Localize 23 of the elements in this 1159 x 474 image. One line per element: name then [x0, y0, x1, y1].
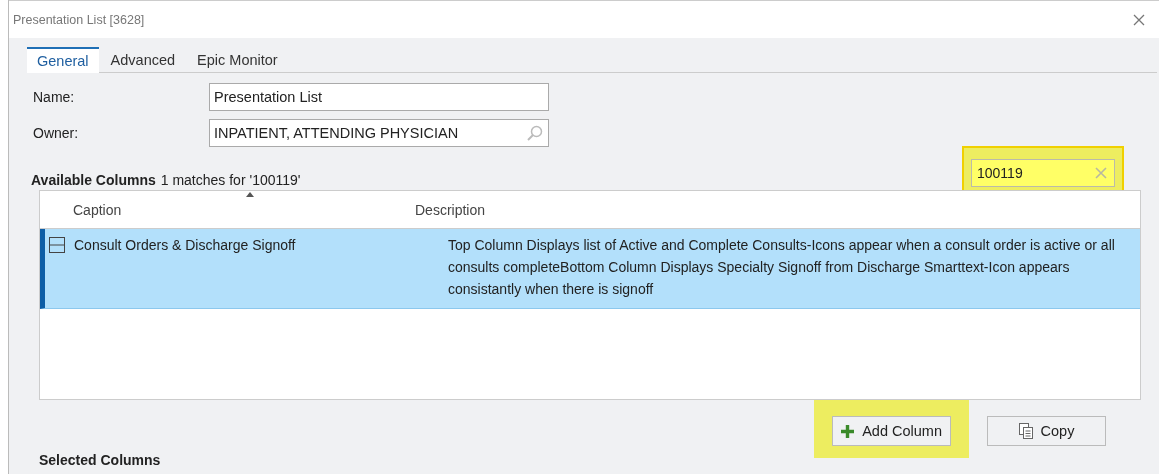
column-header[interactable]: Caption — [73, 201, 122, 218]
tab[interactable]: Epic Monitor — [187, 47, 288, 72]
copy-icon — [1018, 423, 1033, 439]
tab[interactable]: Advanced — [100, 47, 186, 72]
match-count: 1 matches for '100119' — [160, 172, 301, 188]
column-header[interactable]: Description — [415, 201, 486, 218]
plus-icon — [841, 424, 855, 438]
input-field[interactable]: Presentation List — [209, 83, 549, 111]
field-label: Owner: — [33, 125, 80, 141]
section-heading: Selected Columns — [39, 452, 162, 468]
search-field[interactable]: 100119 — [971, 159, 1115, 187]
copy-button[interactable]: Copy — [987, 416, 1106, 446]
field-label: Name: — [33, 89, 76, 105]
window-title: Presentation List [3628] — [13, 12, 145, 27]
input-field[interactable]: INPATIENT, ATTENDING PHYSICIAN — [209, 119, 549, 147]
table-cell: Consult Orders & Discharge Signoff — [74, 237, 296, 253]
table-row[interactable] — [40, 229, 1140, 309]
columns-icon — [49, 237, 65, 253]
section-heading: Available Columns — [31, 172, 156, 188]
add-column-button[interactable]: Add Column — [832, 416, 951, 446]
table-cell: Top Column Displays list of Active and Complete Consults-Icons appear when a consult order is active or all consults completeBottom Column Displays Specialty Signoff from Discharge Smarttext-Icon appears consistantly when there is signoff — [448, 237, 1115, 297]
tab[interactable]: General — [27, 47, 99, 73]
close-icon[interactable] — [1133, 13, 1145, 26]
